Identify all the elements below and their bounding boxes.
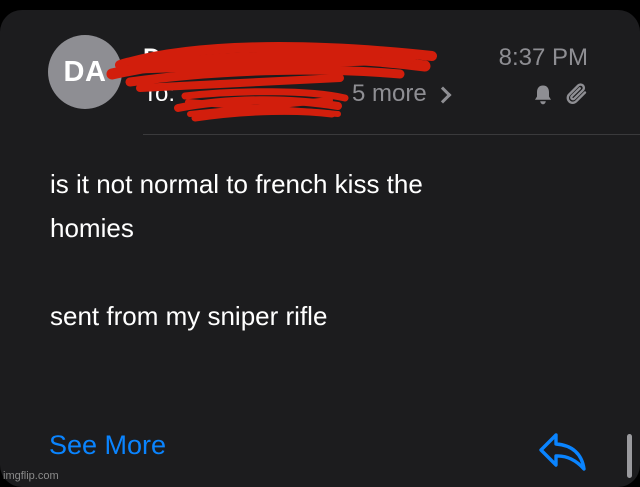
chevron-right-icon: [434, 86, 452, 104]
body-line: is it not normal to french kiss the: [50, 169, 423, 199]
email-card: DA D s 8:37 PM To: 5 more is it not norm…: [0, 10, 640, 487]
bell-icon: [535, 85, 551, 105]
sender-name[interactable]: D s: [143, 44, 182, 73]
paperclip-icon: [566, 83, 587, 104]
more-recipients-label: 5 more: [352, 80, 427, 107]
to-label: To:: [143, 80, 176, 107]
timestamp: 8:37 PM: [498, 44, 588, 71]
header-divider: [143, 134, 640, 135]
more-recipients-button[interactable]: 5 more: [352, 80, 452, 108]
see-more-button[interactable]: See More: [49, 430, 166, 461]
scrollbar[interactable]: [627, 434, 632, 478]
watermark: imgflip.com: [3, 470, 59, 482]
reply-icon[interactable]: [538, 430, 588, 474]
recipients-line[interactable]: To:: [143, 80, 175, 108]
body-signature: sent from my sniper rifle: [50, 301, 328, 331]
body-blank-line: [50, 250, 590, 294]
email-body: is it not normal to french kiss the homi…: [50, 162, 590, 338]
body-line: homies: [50, 213, 134, 243]
avatar[interactable]: DA: [48, 35, 122, 109]
